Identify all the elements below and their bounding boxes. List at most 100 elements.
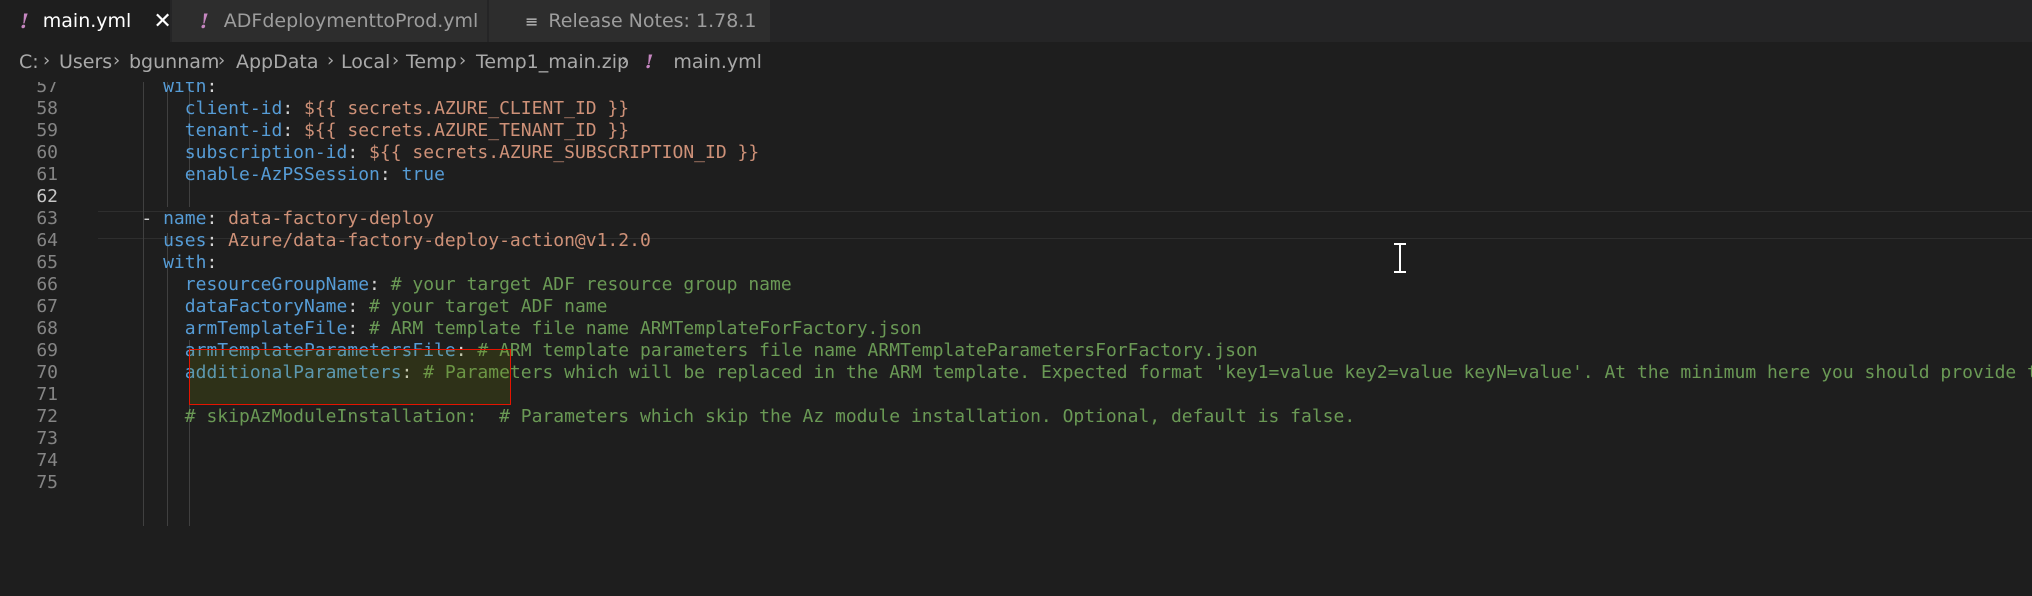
breadcrumb-item[interactable]: C: [19,51,39,73]
yaml-value-token: Azure/data-factory-deploy-action@v1.2.0 [228,230,651,251]
yaml-key-token: true [401,164,445,185]
yaml-key-token: subscription-id [184,142,348,163]
code-editor[interactable]: 57 with: 58 client-id: ${{ secrets.AZURE_CL… [0,82,2032,596]
line-number: 65 [36,252,58,273]
line-code: subscription-id: ${{ secrets.AZURE_SUBSC… [185,142,759,164]
yaml-exclamation-icon: ! [20,9,29,33]
punctuation-token: : [206,82,218,97]
breadcrumb-item[interactable]: AppData [236,51,319,73]
punctuation-token: : [347,318,370,339]
code-line[interactable]: 75 [0,472,2032,494]
breadcrumb-item[interactable]: bgunnam [129,51,219,73]
line-number: 58 [36,98,58,119]
line-number: 60 [36,142,58,163]
punctuation-token: : [282,120,305,141]
punctuation-token: : [206,252,218,273]
line-number: 57 [36,82,58,97]
code-line[interactable]: 62 [0,186,2032,208]
code-line[interactable]: 64 uses: Azure/data-factory-deploy-action… [0,230,2032,252]
text-cursor-ibeam-icon [1393,243,1407,273]
line-number: 71 [36,384,58,405]
code-line[interactable]: 68 armTemplateFile: # ARM template file n… [0,318,2032,340]
yaml-key-token: with [163,252,207,273]
line-number: 67 [36,296,58,317]
editor-tab-bar: ! main.yml ✕ ! ADFdeploymenttoProd.yml ≡… [0,0,2032,42]
tab-label: main.yml [42,10,132,32]
code-line[interactable]: 73 [0,428,2032,450]
code-line[interactable]: 65 with: [0,252,2032,274]
code-line[interactable]: 57 with: [0,82,2032,98]
code-line[interactable]: 63 - name: data-factory-deploy [0,208,2032,230]
code-line[interactable]: 61 enable-AzPSSession: true [0,164,2032,186]
line-code: uses: Azure/data-factory-deploy-action@v… [163,230,651,252]
breadcrumb-item[interactable]: ! main.yml [645,51,762,73]
yaml-key-token: name [163,208,207,229]
chevron-right-icon: › [621,50,629,71]
close-icon[interactable]: ✕ [153,9,171,34]
line-number: 73 [36,428,58,449]
code-line[interactable]: 72 # skipAzModuleInstallation: # Paramete… [0,406,2032,428]
yaml-key-token: armTemplateFile [184,318,348,339]
yaml-exclamation-icon: ! [200,9,209,33]
yaml-key-token: uses [163,230,207,251]
yaml-value-token: ${{ secrets.AZURE_SUBSCRIPTION_ID }} [369,142,760,163]
line-code: - name: data-factory-deploy [141,208,434,230]
line-code: with: [163,82,217,98]
line-code: armTemplateFile: # ARM template file nam… [185,318,922,340]
breadcrumb-item[interactable]: Temp1_main.zip [476,51,629,73]
line-code: dataFactoryName: # your target ADF name [185,296,608,318]
punctuation-token: : [206,230,229,251]
line-number: 70 [36,362,58,383]
chevron-right-icon: › [113,50,121,71]
code-line[interactable]: 66 resourceGroupName: # your target ADF r… [0,274,2032,296]
punctuation-token: : [347,142,370,163]
yaml-key-token: with [163,82,207,97]
line-number: 62 [36,186,58,207]
annotation-highlight-box [189,349,511,405]
chevron-right-icon: › [218,50,226,71]
yaml-key-token: resourceGroupName [184,274,370,295]
yaml-comment-token: # Parameters which will be replaced in t… [423,362,2032,383]
punctuation-token: : [347,296,370,317]
code-line[interactable]: 58 client-id: ${{ secrets.AZURE_CLIENT_ID… [0,98,2032,120]
punctuation-token: : [379,164,402,185]
yaml-comment-token: # your target ADF resource group name [390,274,792,295]
yaml-comment-token: # your target ADF name [369,296,608,317]
code-line[interactable]: 60 subscription-id: ${{ secrets.AZURE_SUB… [0,142,2032,164]
tab-label: ADFdeploymenttoProd.yml [223,10,479,32]
breadcrumb-item[interactable]: Users [59,51,112,73]
tab-label: Release Notes: 1.78.1 [548,10,757,32]
tab-adfdeploymenttoprod-yml[interactable]: ! ADFdeploymenttoProd.yml [172,0,487,42]
chevron-right-icon: › [459,50,467,71]
code-line[interactable]: 74 [0,450,2032,472]
breadcrumb-item[interactable]: Local [341,51,390,73]
line-code: client-id: ${{ secrets.AZURE_CLIENT_ID }… [185,98,629,120]
breadcrumb-item[interactable]: Temp [406,51,457,73]
line-number: 69 [36,340,58,361]
punctuation-token: : [206,208,229,229]
tab-main-yml[interactable]: ! main.yml ✕ [0,0,172,42]
code-line[interactable]: 59 tenant-id: ${{ secrets.AZURE_TENANT_ID… [0,120,2032,142]
line-number: 63 [36,208,58,229]
yaml-value-token: data-factory-deploy [228,208,435,229]
yaml-value-token: ${{ secrets.AZURE_TENANT_ID }} [304,120,630,141]
line-number: 66 [36,274,58,295]
code-line[interactable]: 67 dataFactoryName: # your target ADF nam… [0,296,2032,318]
tab-release-notes[interactable]: ≡ Release Notes: 1.78.1 [489,0,770,42]
line-number: 68 [36,318,58,339]
chevron-right-icon: › [327,50,335,71]
yaml-comment-token: # ARM template parameters file name ARMT… [477,340,1258,361]
yaml-key-token: tenant-id [184,120,283,141]
line-number: 74 [36,450,58,471]
yaml-comment-token: # skipAzModuleInstallation: # Parameters… [184,406,1356,427]
line-number: 75 [36,472,58,493]
line-number: 61 [36,164,58,185]
breadcrumb-file-label: main.yml [673,51,762,73]
yaml-key-token: enable-AzPSSession [184,164,380,185]
line-code: with: [163,252,217,274]
punctuation-token: - [141,208,164,229]
line-number: 72 [36,406,58,427]
yaml-comment-token: # ARM template file name ARMTemplateForF… [369,318,922,339]
line-code: enable-AzPSSession: true [185,164,445,186]
document-lines-icon: ≡ [525,11,539,31]
